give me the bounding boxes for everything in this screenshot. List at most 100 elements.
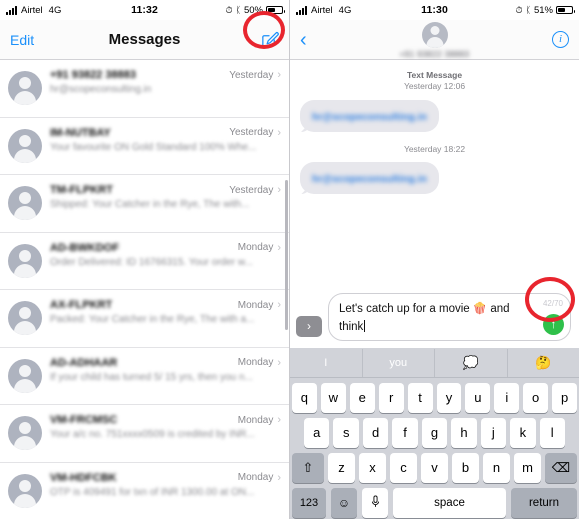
contact-header[interactable]: +91 93822 38883 — [290, 22, 579, 59]
key-t[interactable]: t — [407, 383, 433, 413]
prediction-2[interactable]: you — [363, 348, 435, 377]
key-y[interactable]: y — [436, 383, 462, 413]
send-button[interactable]: ↑ — [543, 314, 564, 335]
table-row[interactable]: IM-NUTBAY Yesterday › Your favourite ON … — [0, 118, 289, 175]
key-c[interactable]: c — [390, 453, 417, 483]
row-header: +91 93822 38883 Yesterday › — [50, 69, 281, 81]
keyboard-row-1: q w e r t y u i o p — [290, 378, 579, 413]
message-preview: If your child has turned 5/ 15 yrs, then… — [50, 371, 253, 383]
key-i[interactable]: i — [494, 383, 520, 413]
row-meta: Monday › — [238, 242, 281, 254]
key-d[interactable]: d — [362, 418, 389, 448]
avatar — [8, 358, 42, 393]
backspace-key[interactable]: ⌫ — [545, 453, 577, 483]
key-h[interactable]: h — [451, 418, 477, 448]
key-e[interactable]: e — [349, 383, 375, 413]
message-preview: OTP is 409491 for txn of INR 1300.00 at … — [50, 486, 255, 498]
text-caret — [364, 320, 366, 332]
numbers-key[interactable]: 123 — [292, 488, 326, 518]
list-scrollbar[interactable] — [285, 180, 288, 330]
key-w[interactable]: w — [320, 383, 346, 413]
row-meta: Yesterday › — [229, 127, 281, 139]
return-key[interactable]: return — [511, 488, 577, 518]
message-input[interactable]: 42/70 Let's catch up for a movie 🍿 and t… — [328, 293, 571, 341]
key-k[interactable]: k — [510, 418, 536, 448]
message-preview: Packed: Your Catcher in the Rye, The wit… — [50, 314, 255, 325]
row-meta: Monday › — [238, 357, 281, 369]
microphone-icon[interactable] — [362, 488, 388, 518]
row-meta: Yesterday › — [229, 69, 281, 81]
row-content: IM-NUTBAY Yesterday › Your favourite ON … — [50, 127, 281, 153]
sender-name: VM-FRCMSC — [50, 414, 118, 426]
page-title: Messages — [108, 31, 181, 48]
contact-name: +91 93822 38883 — [399, 50, 470, 59]
battery-icon — [266, 6, 285, 14]
avatar — [8, 186, 42, 220]
message-preview: hr@scopeconsulting.in — [50, 84, 152, 95]
prediction-4-emoji[interactable]: 🤔 — [508, 349, 579, 377]
message-text: hr@scopeconsulting.in — [312, 174, 428, 186]
prediction-3-emoji[interactable]: 💭 — [435, 348, 508, 377]
row-content: VM-FRCMSC Monday › Your a/c no. 751xxxx0… — [50, 414, 281, 440]
message-bubble[interactable]: hr@scopeconsulting.in — [300, 162, 440, 195]
key-a[interactable]: a — [304, 418, 330, 448]
message-preview: Your a/c no. 751xxxx0509 is credited by … — [50, 429, 255, 440]
sender-name: TM-FLPKRT — [50, 184, 113, 196]
key-r[interactable]: r — [378, 383, 404, 413]
row-meta: Yesterday › — [229, 184, 281, 196]
key-l[interactable]: l — [539, 418, 565, 448]
keyboard-row-3: ⇧ z x c v b n m ⌫ — [290, 448, 579, 483]
table-row[interactable]: TM-FLPKRT Yesterday › Shipped: Your Catc… — [0, 175, 289, 233]
table-row[interactable]: +91 93822 38883 Yesterday › hr@scopecons… — [0, 60, 289, 118]
key-j[interactable]: j — [480, 418, 507, 448]
emoji-key[interactable]: ☺ — [331, 488, 357, 518]
key-u[interactable]: u — [465, 383, 491, 413]
row-header: AX-FLPKRT Monday › — [50, 299, 281, 311]
character-counter: 42/70 — [542, 299, 563, 308]
predictive-text-bar: I you 💭 🤔 — [290, 348, 579, 378]
key-b[interactable]: b — [452, 453, 479, 483]
table-row[interactable]: VM-FRCMSC Monday › Your a/c no. 751xxxx0… — [0, 405, 289, 463]
table-row[interactable]: AD-ADHAAR Monday › If your child has tur… — [0, 348, 289, 405]
key-v[interactable]: v — [421, 453, 448, 483]
chevron-right-icon: › — [277, 356, 281, 369]
key-g[interactable]: g — [421, 418, 448, 448]
table-row[interactable]: AX-FLPKRT Monday › Packed: Your Catcher … — [0, 290, 289, 348]
chevron-right-icon: › — [277, 241, 281, 254]
right-status-bar: Airtel 4G 11:30 ⏱ ᛕ 51% — [290, 0, 579, 20]
key-n[interactable]: n — [483, 453, 510, 483]
row-header: IM-NUTBAY Yesterday › — [50, 127, 281, 139]
chevron-right-icon: › — [277, 69, 281, 81]
left-status-bar: Airtel 4G 11:32 ⏱ ᛕ 50% — [0, 0, 289, 20]
bluetooth-icon: ᛕ — [525, 4, 531, 15]
key-z[interactable]: z — [328, 453, 355, 483]
key-q[interactable]: q — [291, 383, 317, 413]
message-date: Yesterday — [229, 127, 274, 138]
key-s[interactable]: s — [333, 418, 359, 448]
status-right: ⏱ ᛕ 51% — [515, 4, 575, 16]
key-f[interactable]: f — [392, 418, 418, 448]
row-content: AD-ADHAAR Monday › If your child has tur… — [50, 357, 281, 383]
bluetooth-icon: ᛕ — [235, 4, 241, 15]
message-bubble[interactable]: hr@scopeconsulting.in — [300, 99, 440, 132]
sender-name: AX-FLPKRT — [50, 299, 113, 311]
key-p[interactable]: p — [552, 383, 578, 413]
message-composer: › 42/70 Let's catch up for a movie 🍿 and… — [290, 287, 579, 348]
table-row[interactable]: AD-BWKDOF Monday › Order Delivered: ID 1… — [0, 233, 289, 290]
shift-key[interactable]: ⇧ — [292, 453, 324, 483]
prediction-1[interactable]: I — [290, 348, 363, 377]
avatar — [421, 22, 448, 48]
key-m[interactable]: m — [514, 453, 541, 483]
conversation-list[interactable]: +91 93822 38883 Yesterday › hr@scopecons… — [0, 60, 289, 519]
message-date: Yesterday — [229, 184, 274, 196]
key-o[interactable]: o — [523, 383, 549, 413]
thread-nav-bar: ‹ +91 93822 38883 i — [290, 20, 579, 60]
table-row[interactable]: VM-HDFCBK Monday › OTP is 409491 for txn… — [0, 463, 289, 519]
space-key[interactable]: space — [393, 488, 506, 518]
app-drawer-icon[interactable]: › — [296, 316, 322, 337]
message-date: Monday — [237, 357, 274, 368]
key-x[interactable]: x — [359, 453, 386, 483]
alarm-icon: ⏱ — [515, 4, 523, 15]
compose-icon[interactable] — [260, 30, 279, 49]
sender-name: IM-NUTBAY — [50, 126, 111, 139]
